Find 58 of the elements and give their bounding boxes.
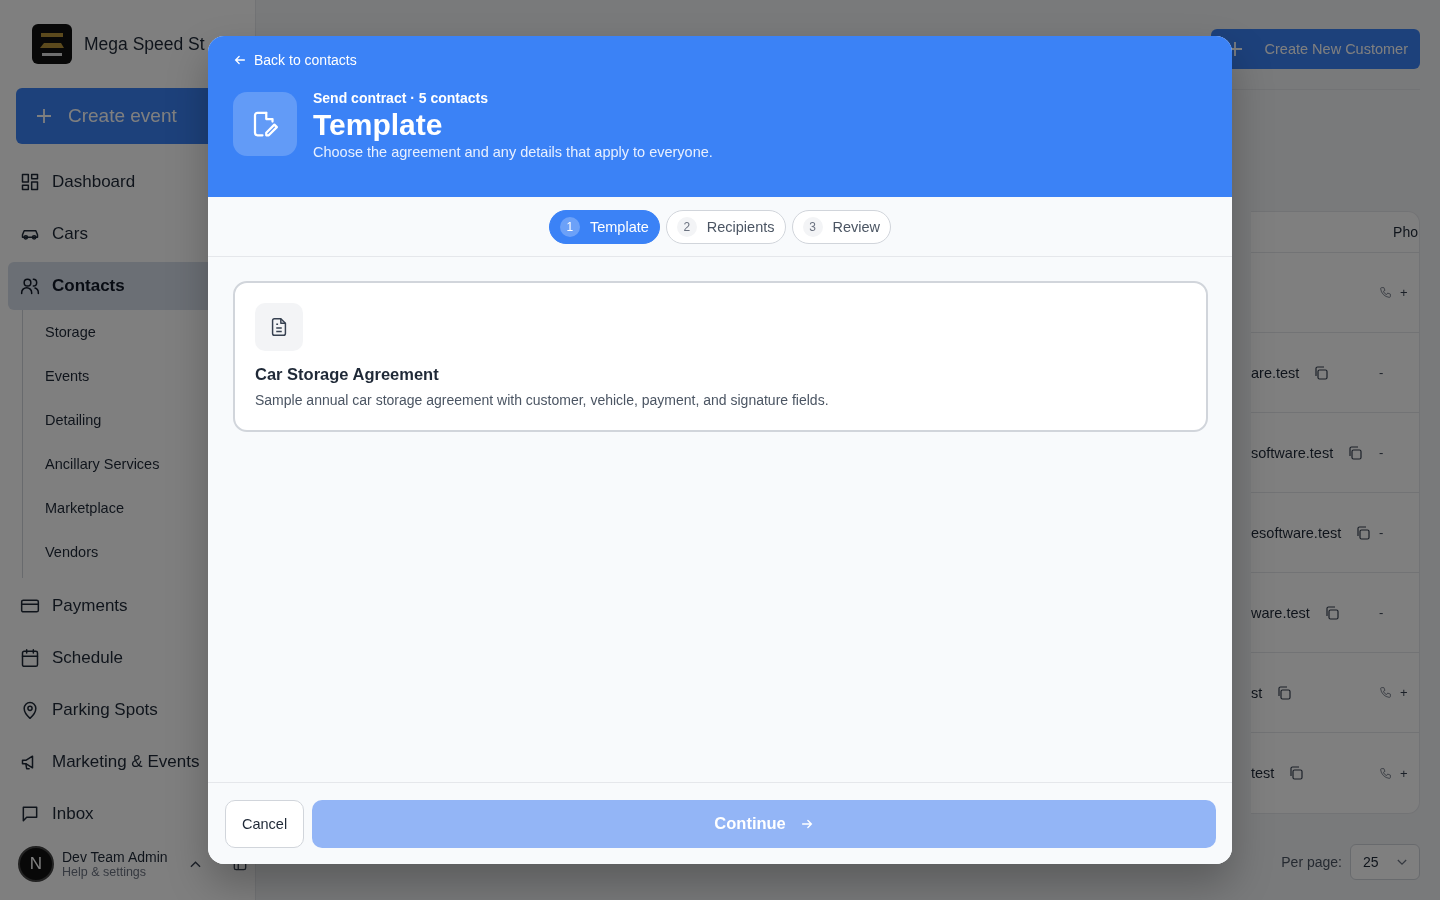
modal-title: Template (313, 107, 444, 143)
cancel-button[interactable]: Cancel (225, 799, 305, 848)
grid-icon (20, 172, 40, 192)
copy-icon[interactable] (1347, 444, 1364, 461)
email-text: esoftware.test (1251, 524, 1342, 541)
phone-icon (1379, 686, 1392, 699)
email-text: ware.test (1251, 604, 1310, 621)
phone-text: + (1400, 765, 1408, 781)
user-subtitle: Help & settings (62, 865, 148, 879)
chevron-up-icon[interactable] (189, 860, 201, 868)
card-icon (20, 596, 40, 616)
create-customer-button[interactable]: Create New Customer (1210, 29, 1420, 69)
template-card[interactable]: Car Storage Agreement Sample annual car storage agreement with customer, vehicle, payment, and signature fields. (233, 281, 1208, 432)
phone-text: - (1379, 365, 1384, 380)
email-text: st (1251, 684, 1263, 701)
copy-icon[interactable] (1276, 684, 1293, 701)
avatar[interactable]: N (18, 846, 54, 882)
users-icon (20, 276, 40, 296)
template-description: Sample annual car storage agreement with customer, vehicle, payment, and signature fields. (255, 392, 830, 408)
phone-text: - (1379, 445, 1384, 460)
copy-icon[interactable] (1355, 524, 1372, 541)
email-text: are.test (1251, 364, 1300, 381)
email-text: test (1251, 765, 1275, 781)
phone-text: + (1400, 285, 1408, 300)
nav-item[interactable]: Marketing & Events (8, 738, 247, 786)
copy-icon[interactable] (1288, 765, 1305, 781)
chevron-down-icon (1397, 858, 1407, 866)
step-tab[interactable]: 2 Recipients (665, 209, 786, 244)
phone-text: + (1400, 685, 1408, 700)
copy-icon[interactable] (1323, 604, 1340, 621)
email-text: software.test (1251, 444, 1334, 461)
nav-item[interactable]: Payments (8, 582, 247, 630)
column-heading: Pho (1393, 224, 1419, 240)
chat-icon (20, 804, 40, 824)
phone-text: - (1379, 605, 1384, 620)
calendar-icon (20, 648, 40, 668)
logo-icon (32, 24, 72, 64)
modal-subtitle: Choose the agreement and any details that apply to everyone. (313, 144, 713, 160)
brand-name: Mega Speed St (84, 33, 205, 55)
plus-icon (34, 106, 54, 126)
copy-icon[interactable] (1313, 364, 1330, 381)
step-tab[interactable]: 1 Template (548, 209, 660, 244)
user-name: Dev Team Admin (62, 849, 168, 865)
nav-item[interactable]: Cars (8, 210, 247, 258)
nav-item[interactable]: Schedule (8, 634, 247, 682)
template-name: Car Storage Agreement (255, 365, 440, 384)
per-page-label: Per page: (1281, 854, 1342, 870)
phone-text: - (1379, 525, 1384, 540)
nav-item[interactable]: Parking Spots (8, 686, 247, 734)
back-link[interactable]: Back to contacts (233, 52, 357, 68)
step-tab[interactable]: 3 Review (791, 209, 892, 244)
pin-icon (20, 700, 40, 720)
per-page-select[interactable]: 25 (1350, 844, 1420, 880)
phone-icon (1379, 766, 1392, 780)
modal-eyebrow: Send contract · 5 contacts (313, 90, 490, 106)
nav-item[interactable]: Dashboard (8, 158, 247, 206)
arrow-left-icon (233, 53, 247, 67)
phone-icon (1379, 286, 1392, 299)
